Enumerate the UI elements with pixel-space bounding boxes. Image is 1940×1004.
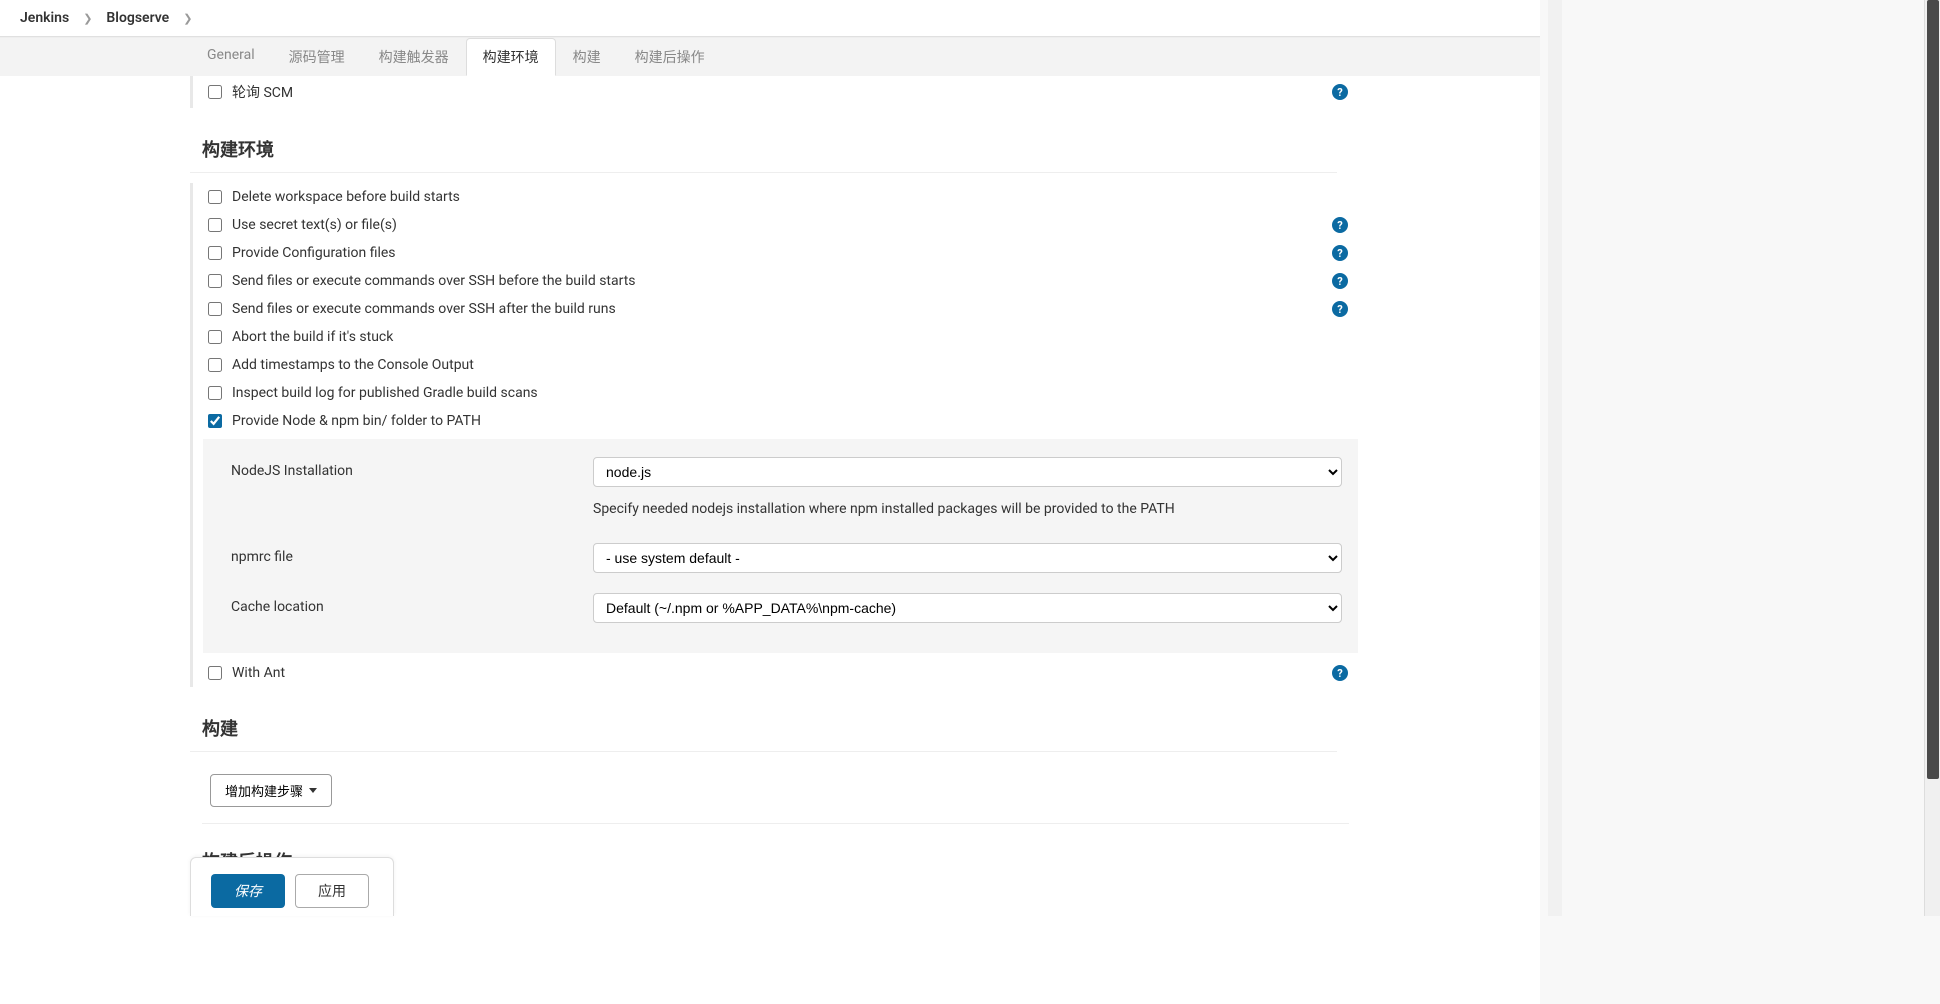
help-icon[interactable]: ? (1332, 245, 1348, 261)
label-timestamps: Add timestamps to the Console Output (232, 357, 1348, 373)
label-ssh-before: Send files or execute commands over SSH … (232, 273, 1322, 289)
breadcrumb: Jenkins ❯ Blogserve ❯ (0, 0, 1540, 37)
help-icon[interactable]: ? (1332, 301, 1348, 317)
checkbox-delete-workspace[interactable] (208, 190, 222, 204)
breadcrumb-item-jenkins[interactable]: Jenkins (20, 10, 69, 26)
tab-triggers[interactable]: 构建触发器 (362, 38, 466, 76)
label-delete-workspace: Delete workspace before build starts (232, 189, 1348, 205)
checkbox-node-path[interactable] (208, 414, 222, 428)
node-config-panel: NodeJS Installation node.js Specify need… (203, 439, 1358, 653)
breadcrumb-item-project[interactable]: Blogserve (106, 10, 169, 26)
divider (202, 823, 1349, 824)
label-node-path: Provide Node & npm bin/ folder to PATH (232, 413, 1348, 429)
chevron-right-icon: ❯ (83, 12, 92, 25)
label-cache-location: Cache location (231, 593, 593, 615)
help-icon[interactable]: ? (1332, 273, 1348, 289)
checkbox-secret-text[interactable] (208, 218, 222, 232)
checkbox-gradle-scan[interactable] (208, 386, 222, 400)
add-build-step-label: 增加构建步骤 (225, 781, 303, 800)
select-cache-location[interactable]: Default (~/.npm or %APP_DATA%\npm-cache) (593, 593, 1342, 623)
config-tabs: General 源码管理 构建触发器 构建环境 构建 构建后操作 (0, 37, 1540, 76)
help-icon[interactable]: ? (1332, 217, 1348, 233)
label-gradle-scan: Inspect build log for published Gradle b… (232, 385, 1348, 401)
scrollbar-track[interactable] (1924, 0, 1940, 916)
help-icon[interactable]: ? (1332, 84, 1348, 100)
select-nodejs-installation[interactable]: node.js (593, 457, 1342, 487)
label-with-ant: With Ant (232, 665, 1322, 681)
tab-post-build[interactable]: 构建后操作 (618, 38, 722, 76)
tab-build-env[interactable]: 构建环境 (466, 38, 556, 76)
select-npmrc-file[interactable]: - use system default - (593, 543, 1342, 573)
label-nodejs-installation: NodeJS Installation (231, 457, 593, 479)
bottom-action-bar: 保存 应用 (190, 857, 394, 916)
tab-scm[interactable]: 源码管理 (272, 38, 362, 76)
checkbox-with-ant[interactable] (208, 666, 222, 680)
checkbox-abort-stuck[interactable] (208, 330, 222, 344)
checkbox-config-files[interactable] (208, 246, 222, 260)
label-npmrc-file: npmrc file (231, 543, 593, 565)
label-abort-stuck: Abort the build if it's stuck (232, 329, 1348, 345)
checkbox-poll-scm[interactable] (208, 85, 222, 99)
scrollbar-thumb[interactable] (1927, 0, 1939, 779)
section-heading-build-env: 构建环境 (190, 116, 1337, 173)
label-secret-text: Use secret text(s) or file(s) (232, 217, 1322, 233)
checkbox-ssh-after[interactable] (208, 302, 222, 316)
save-button[interactable]: 保存 (211, 874, 285, 908)
add-build-step-button[interactable]: 增加构建步骤 (210, 774, 332, 807)
label-ssh-after: Send files or execute commands over SSH … (232, 301, 1322, 317)
section-heading-build: 构建 (190, 695, 1337, 752)
caret-down-icon (309, 788, 317, 793)
checkbox-ssh-before[interactable] (208, 274, 222, 288)
inner-scrollbar[interactable] (1548, 0, 1562, 916)
help-icon[interactable]: ? (1332, 665, 1348, 681)
tab-build[interactable]: 构建 (556, 38, 618, 76)
apply-button[interactable]: 应用 (295, 874, 369, 908)
chevron-right-icon: ❯ (183, 12, 192, 25)
label-config-files: Provide Configuration files (232, 245, 1322, 261)
tab-general[interactable]: General (190, 38, 272, 76)
checkbox-timestamps[interactable] (208, 358, 222, 372)
label-poll-scm: 轮询 SCM (232, 82, 1322, 102)
help-text-nodejs: Specify needed nodejs installation where… (593, 487, 1342, 523)
